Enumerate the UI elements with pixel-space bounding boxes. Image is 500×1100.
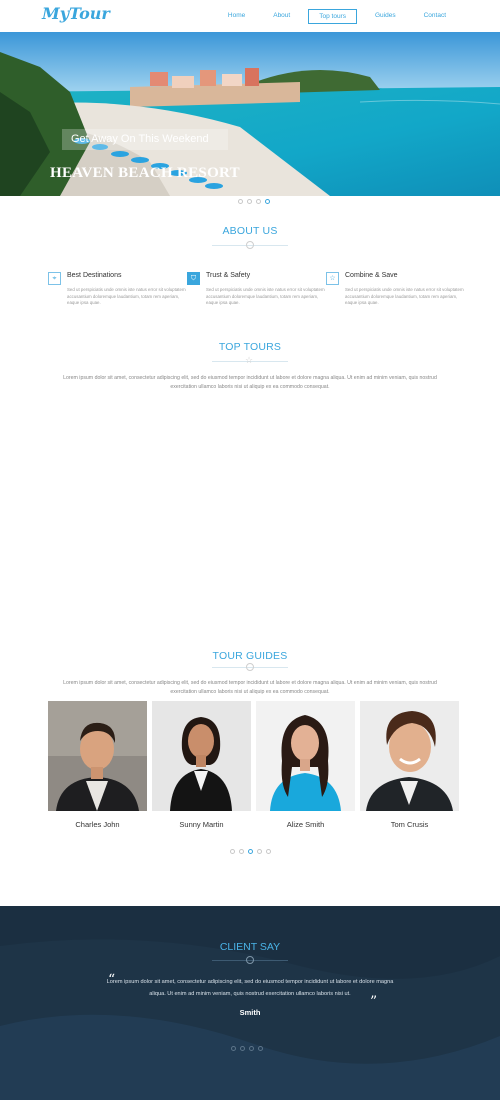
slider-dot[interactable] [256,199,261,204]
site-logo[interactable]: MyTour [42,4,110,23]
hero-slider-dots [238,199,270,204]
guide-card[interactable]: Alize Smith [256,701,355,829]
slider-dot[interactable] [238,199,243,204]
feature-text: Sed ut perspiciatis unde omnis iste natu… [67,287,186,305]
hero-slider: Get Away On This Weekend HEAVEN BEACH RE… [0,32,500,196]
client-title: CLIENT SAY [219,941,281,953]
guide-name: Tom Crusis [390,820,429,829]
star-divider-icon: ☆ [245,355,254,365]
client-testimonial-section: CLIENT SAY “ Lorem ipsum dolor sit amet,… [0,906,500,1100]
slider-dot[interactable] [258,1046,263,1051]
feature-title: Trust & Safety [206,272,251,279]
main-nav: Home About Top tours Guides Contact [210,9,456,24]
client-slider-dots [231,1046,263,1051]
nav-contact[interactable]: Contact [414,9,456,24]
slider-dot-active[interactable] [231,1046,236,1051]
about-divider-icon [246,241,254,249]
feature-title: Best Destinations [67,272,122,279]
tour-guides-text: Lorem ipsum dolor sit amet, consectetur … [63,680,437,695]
feature-text: Sed ut perspiciatis unde omnis iste natu… [206,287,325,305]
hero-title: HEAVEN BEACH RESORT [50,165,240,181]
top-tours-title: TOP TOURS [218,341,282,353]
guide-photo [48,701,147,811]
slider-dot[interactable] [230,849,235,854]
guides-divider-icon [246,663,254,671]
nav-top-tours[interactable]: Top tours [308,9,357,24]
client-background [0,906,500,1100]
top-tours-text: Lorem ipsum dolor sit amet, consectetur … [63,375,437,390]
slider-dot[interactable] [247,199,252,204]
guide-card[interactable]: Sunny Martin [152,701,251,829]
star-icon: ☆ [326,272,339,285]
nav-guides[interactable]: Guides [365,9,406,24]
map-pin-icon: ⌖ [48,272,61,285]
guide-photo [256,701,355,811]
guide-card[interactable]: Charles John [48,701,147,829]
guide-card[interactable]: Tom Crusis [360,701,459,829]
hero-tagline: Get Away On This Weekend [62,129,228,150]
site-header: MyTour Home About Top tours Guides Conta… [0,0,500,32]
guides-slider-dots [230,849,271,854]
about-title: ABOUT US [222,225,278,237]
guide-name: Alize Smith [286,820,325,829]
client-name: Smith [239,1008,261,1017]
slider-dot[interactable] [239,849,244,854]
client-divider-icon [246,956,254,964]
guide-photo [360,701,459,811]
guide-name: Sunny Martin [179,820,224,829]
feature-text: Sed ut perspiciatis unde omnis iste natu… [345,287,464,305]
feature-title: Combine & Save [345,272,398,279]
guide-name: Charles John [75,820,120,829]
client-quote: Lorem ipsum dolor sit amet, consectetur … [106,979,394,997]
slider-dot-active[interactable] [248,849,253,854]
slider-dot[interactable] [266,849,271,854]
slider-dot[interactable] [249,1046,254,1051]
slider-dot[interactable] [240,1046,245,1051]
slider-dot-active[interactable] [265,199,270,204]
shield-icon: ⛉ [187,272,200,285]
nav-about[interactable]: About [263,9,300,24]
slider-dot[interactable] [257,849,262,854]
nav-home[interactable]: Home [218,9,255,24]
tour-guides-title: TOUR GUIDES [212,650,288,662]
guide-photo [152,701,251,811]
